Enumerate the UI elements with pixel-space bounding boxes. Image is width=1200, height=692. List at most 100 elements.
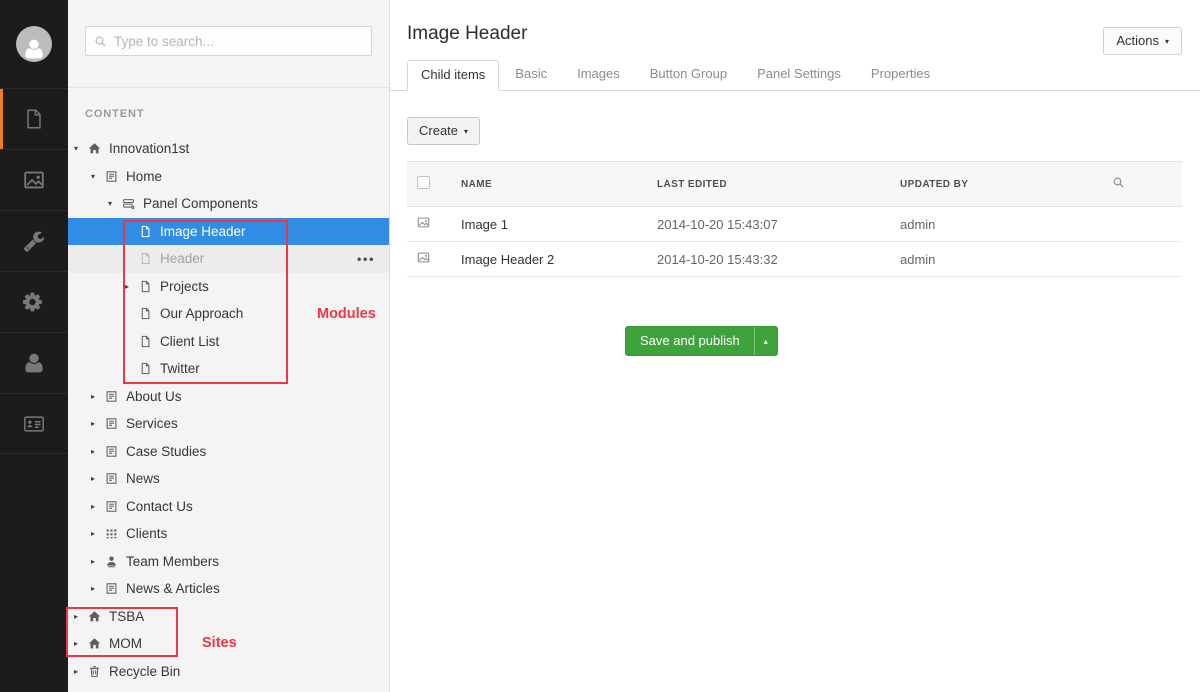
- tree-section-label: CONTENT: [85, 108, 389, 120]
- expander-collapsed-icon[interactable]: ▸: [91, 447, 105, 456]
- save-and-publish-button[interactable]: Save and publish ▴: [625, 326, 778, 356]
- row-updated-by: admin: [890, 207, 1102, 242]
- table-row-image-header-2[interactable]: Image Header 22014-10-20 15:43:32admin: [407, 242, 1182, 277]
- tree-node-client-list[interactable]: Client List: [68, 328, 389, 356]
- media-image-icon: [417, 251, 430, 264]
- search-icon: [94, 35, 107, 48]
- search-input[interactable]: [114, 34, 363, 49]
- rail-item-media-image[interactable]: [0, 149, 68, 210]
- tree-node-contact-us[interactable]: ▸Contact Us: [68, 493, 389, 521]
- home-icon: [88, 142, 109, 155]
- grid-icon: [105, 527, 126, 540]
- caret-up-icon: ▴: [764, 338, 768, 346]
- components-icon: [122, 197, 143, 210]
- nav-rail-items: [0, 88, 68, 454]
- tree-node-case-studies[interactable]: ▸Case Studies: [68, 438, 389, 466]
- tree-node-services[interactable]: ▸Services: [68, 410, 389, 438]
- page-icon: [105, 417, 126, 430]
- media-image-icon: [417, 216, 430, 229]
- table-row-image-1[interactable]: Image 12014-10-20 15:43:07admin: [407, 207, 1182, 242]
- tree-node-label: Our Approach: [160, 306, 243, 321]
- page-icon: [105, 170, 126, 183]
- tree-node-twitter[interactable]: Twitter: [68, 355, 389, 383]
- tree-node-news[interactable]: ▸ News: [68, 465, 389, 493]
- content-document-icon: [23, 108, 45, 130]
- row-name[interactable]: Image 1: [451, 207, 647, 242]
- row-name[interactable]: Image Header 2: [451, 242, 647, 277]
- content-tree: ▾ Innovation1st ▾Home▾Panel Components Imag…: [68, 135, 389, 685]
- tree-node-clients[interactable]: ▸ Clients: [68, 520, 389, 548]
- tree-node-label: About Us: [126, 389, 182, 404]
- select-all-checkbox[interactable]: [417, 176, 430, 189]
- tree-node-tsba[interactable]: ▸TSBA: [68, 603, 389, 631]
- tab-basic[interactable]: Basic: [501, 59, 561, 90]
- save-options-toggle[interactable]: ▴: [754, 327, 777, 355]
- expander-expanded-icon[interactable]: ▾: [108, 199, 122, 208]
- rail-item-settings-wrench[interactable]: [0, 210, 68, 271]
- tree-node-recycle-bin[interactable]: ▸Recycle Bin: [68, 658, 389, 686]
- row-updated-by: admin: [890, 242, 1102, 277]
- tab-properties[interactable]: Properties: [857, 59, 944, 90]
- rail-item-members-card[interactable]: [0, 393, 68, 454]
- tab-child-items[interactable]: Child items: [407, 60, 499, 91]
- developer-gear-icon: [23, 291, 45, 313]
- tree-node-panel-components[interactable]: ▾Panel Components: [68, 190, 389, 218]
- tree-node-label: Twitter: [160, 361, 200, 376]
- actions-button[interactable]: Actions ▾: [1103, 27, 1182, 55]
- tab-button-group[interactable]: Button Group: [636, 59, 741, 90]
- document-icon: [139, 252, 160, 265]
- expander-collapsed-icon[interactable]: ▸: [74, 639, 88, 648]
- tree-search-area: [68, 0, 389, 88]
- document-icon: [139, 225, 160, 238]
- page-icon: [105, 390, 126, 403]
- tree-node-label: Clients: [126, 526, 167, 541]
- tree-node-label: Innovation1st: [109, 141, 189, 156]
- rail-item-content-document[interactable]: [0, 88, 68, 149]
- expander-collapsed-icon[interactable]: ▸: [91, 392, 105, 401]
- expander-collapsed-icon[interactable]: ▸: [91, 529, 105, 538]
- expander-collapsed-icon[interactable]: ▸: [91, 557, 105, 566]
- node-options-ellipsis[interactable]: •••: [357, 251, 375, 266]
- document-icon: [139, 307, 160, 320]
- tree-node-about-us[interactable]: ▸ About Us: [68, 383, 389, 411]
- home-icon: [88, 637, 109, 650]
- caret-down-icon: ▾: [1165, 38, 1169, 46]
- row-empty-cell: [1102, 242, 1182, 277]
- tree-node-news-articles[interactable]: ▸ News & Articles: [68, 575, 389, 603]
- table-search-icon[interactable]: [1112, 176, 1125, 189]
- expander-collapsed-icon[interactable]: ▸: [91, 474, 105, 483]
- tree-node-label: Client List: [160, 334, 219, 349]
- page-icon: [105, 582, 126, 595]
- expander-collapsed-icon[interactable]: ▸: [91, 419, 105, 428]
- expander-collapsed-icon[interactable]: ▸: [91, 584, 105, 593]
- tab-panel-settings[interactable]: Panel Settings: [743, 59, 855, 90]
- tree-node-label: News: [126, 471, 160, 486]
- search-box: [85, 26, 372, 56]
- create-button[interactable]: Create ▾: [407, 117, 480, 145]
- rail-item-users-person[interactable]: [0, 332, 68, 393]
- tree-node-label: News & Articles: [126, 581, 220, 596]
- expander-expanded-icon[interactable]: ▾: [74, 144, 88, 153]
- user-avatar[interactable]: [0, 0, 68, 88]
- person-silhouette-icon: [23, 38, 45, 60]
- tree-node-projects[interactable]: ▸Projects: [68, 273, 389, 301]
- tree-node-header[interactable]: Header•••: [68, 245, 389, 273]
- tree-node-home[interactable]: ▾Home: [68, 163, 389, 191]
- tree-node-team-members[interactable]: ▸Team Members: [68, 548, 389, 576]
- row-icon-cell: [407, 207, 451, 242]
- tab-images[interactable]: Images: [563, 59, 634, 90]
- expander-expanded-icon[interactable]: ▾: [91, 172, 105, 181]
- tree-node-label: Image Header: [160, 224, 246, 239]
- expander-collapsed-icon[interactable]: ▸: [74, 667, 88, 676]
- tab-content: Create ▾ NAMELAST EDITEDUPDATED BY Image…: [390, 91, 1200, 692]
- row-last-edited: 2014-10-20 15:43:07: [647, 207, 890, 242]
- rail-item-developer-gear[interactable]: [0, 271, 68, 332]
- tree-node-innovation1st[interactable]: ▾ Innovation1st: [68, 135, 389, 163]
- table-header-row: NAMELAST EDITEDUPDATED BY: [407, 162, 1182, 207]
- expander-collapsed-icon[interactable]: ▸: [91, 502, 105, 511]
- tree-node-image-header[interactable]: Image Header: [68, 218, 389, 246]
- expander-collapsed-icon[interactable]: ▸: [74, 612, 88, 621]
- media-image-icon: [23, 169, 45, 191]
- document-icon: [139, 335, 160, 348]
- expander-collapsed-icon[interactable]: ▸: [125, 282, 139, 291]
